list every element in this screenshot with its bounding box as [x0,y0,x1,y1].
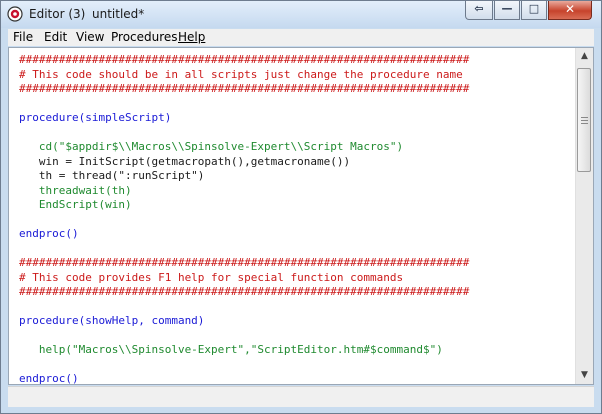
grip-line [581,120,588,121]
code-line: cd("$appdir$\\Macros\\Spinsolve-Expert\\… [19,140,404,153]
code-line: # This code should be in all scripts jus… [19,67,463,81]
menu-file[interactable]: File [13,30,33,44]
document-title: untitled* [92,7,145,21]
code-line: # This code provides F1 help for special… [19,270,404,284]
editor-window: Editor (3) untitled* ⇦ — □ ✕ File Edit V… [0,0,602,414]
menu-edit[interactable]: Edit [44,30,67,44]
code-text[interactable]: ########################################… [19,53,579,385]
menu-procedures[interactable]: Procedures [111,30,178,44]
minimize-icon: — [501,2,513,15]
grip-line [581,117,588,118]
code-line: ########################################… [19,285,470,298]
code-line: threadwait(th) [19,183,132,197]
maximize-icon: □ [528,2,540,15]
code-line: ########################################… [19,256,470,269]
code-line: procedure(showHelp, command) [19,314,205,327]
code-line: ########################################… [19,53,470,66]
status-bar [8,386,594,407]
scroll-down-icon[interactable]: ▼ [576,367,593,384]
close-button[interactable]: ✕ [548,1,592,20]
code-line: EndScript(win) [19,198,132,211]
scroll-up-icon[interactable]: ▲ [576,48,593,65]
code-line: help("Macros\\Spinsolve-Expert","ScriptE… [19,343,443,356]
back-arrow-icon: ⇦ [474,2,484,15]
code-line: procedure(simpleScript) [19,111,172,124]
code-line: endproc() [19,227,79,240]
window-title: Editor (3) [29,7,86,21]
code-line: ########################################… [19,82,470,95]
app-logo-icon[interactable] [7,6,23,22]
vertical-scrollbar[interactable]: ▲ ▼ [575,48,593,384]
minimize-button[interactable]: — [494,1,520,20]
title-bar[interactable]: Editor (3) untitled* ⇦ — □ ✕ [1,1,601,28]
menu-view[interactable]: View [76,30,104,44]
menu-bar: File Edit View Procedures Help [8,29,594,46]
code-editor[interactable]: ########################################… [8,47,594,385]
grip-line [581,123,588,124]
scrollbar-thumb[interactable] [577,68,591,172]
code-line: th = thread(":runScript") [19,169,205,182]
menu-help[interactable]: Help [178,30,205,44]
back-button[interactable]: ⇦ [465,1,493,20]
maximize-button[interactable]: □ [521,1,547,20]
code-line: endproc() [19,372,79,385]
close-icon: ✕ [564,2,576,16]
code-line: win = InitScript(getmacropath(),getmacro… [19,154,351,168]
